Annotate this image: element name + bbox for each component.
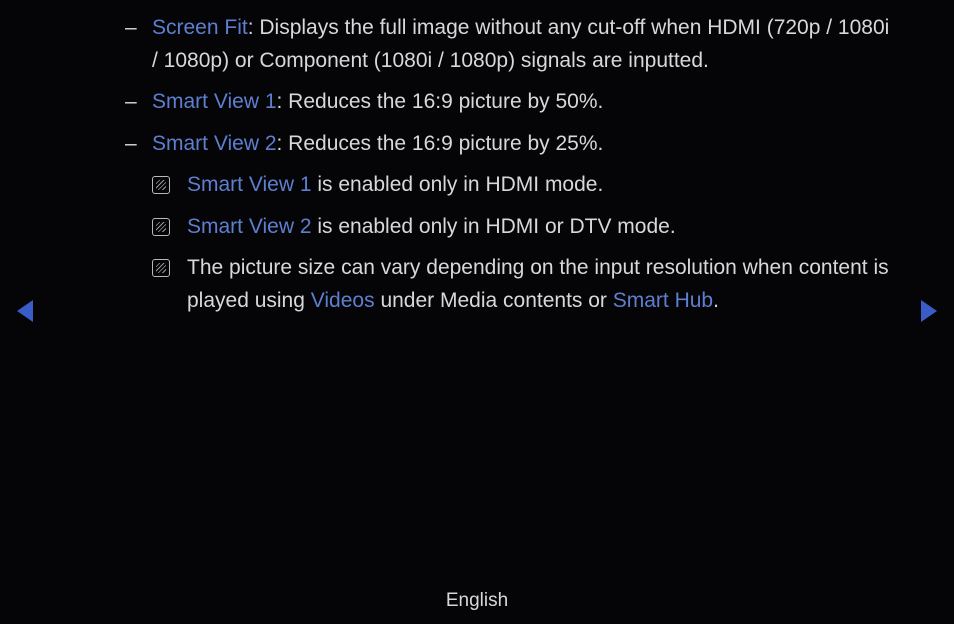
manual-content: – Screen Fit: Displays the full image wi… bbox=[0, 0, 954, 317]
note-item: Smart View 2 is enabled only in HDMI or … bbox=[125, 211, 894, 244]
desc: is enabled only in HDMI or DTV mode. bbox=[312, 215, 676, 238]
note-icon-wrapper bbox=[152, 211, 187, 244]
note-item: Smart View 1 is enabled only in HDMI mod… bbox=[125, 169, 894, 202]
desc: : Displays the full image without any cu… bbox=[152, 16, 889, 72]
list-item: – Smart View 2: Reduces the 16:9 picture… bbox=[125, 128, 894, 161]
note-text: Smart View 2 is enabled only in HDMI or … bbox=[187, 211, 894, 244]
term-videos: Videos bbox=[311, 289, 375, 312]
note-icon-wrapper bbox=[152, 169, 187, 202]
note-text: Smart View 1 is enabled only in HDMI mod… bbox=[187, 169, 894, 202]
next-page-button[interactable] bbox=[921, 300, 937, 322]
note3-post: . bbox=[713, 289, 719, 312]
desc: : Reduces the 16:9 picture by 50%. bbox=[277, 90, 604, 113]
note-icon bbox=[152, 176, 170, 194]
term-smart-hub: Smart Hub bbox=[613, 289, 713, 312]
item-text: Screen Fit: Displays the full image with… bbox=[152, 12, 894, 77]
list-item: – Screen Fit: Displays the full image wi… bbox=[125, 12, 894, 77]
bullet: – bbox=[125, 86, 152, 119]
item-text: Smart View 2: Reduces the 16:9 picture b… bbox=[152, 128, 894, 161]
language-label: English bbox=[0, 590, 954, 612]
term-smart-view-2-note: Smart View 2 bbox=[187, 215, 312, 238]
note-item: The picture size can vary depending on t… bbox=[125, 252, 894, 317]
term-smart-view-1: Smart View 1 bbox=[152, 90, 277, 113]
note-text: The picture size can vary depending on t… bbox=[187, 252, 894, 317]
term-screen-fit: Screen Fit bbox=[152, 16, 248, 39]
note-icon bbox=[152, 259, 170, 277]
list-item: – Smart View 1: Reduces the 16:9 picture… bbox=[125, 86, 894, 119]
note-icon bbox=[152, 218, 170, 236]
arrow-left-icon bbox=[17, 300, 33, 322]
desc: : Reduces the 16:9 picture by 25%. bbox=[277, 132, 604, 155]
note-icon-wrapper bbox=[152, 252, 187, 317]
desc: is enabled only in HDMI mode. bbox=[312, 173, 604, 196]
bullet: – bbox=[125, 12, 152, 77]
term-smart-view-2: Smart View 2 bbox=[152, 132, 277, 155]
note3-mid: under Media contents or bbox=[375, 289, 613, 312]
item-text: Smart View 1: Reduces the 16:9 picture b… bbox=[152, 86, 894, 119]
term-smart-view-1-note: Smart View 1 bbox=[187, 173, 312, 196]
prev-page-button[interactable] bbox=[17, 300, 33, 322]
arrow-right-icon bbox=[921, 300, 937, 322]
bullet: – bbox=[125, 128, 152, 161]
